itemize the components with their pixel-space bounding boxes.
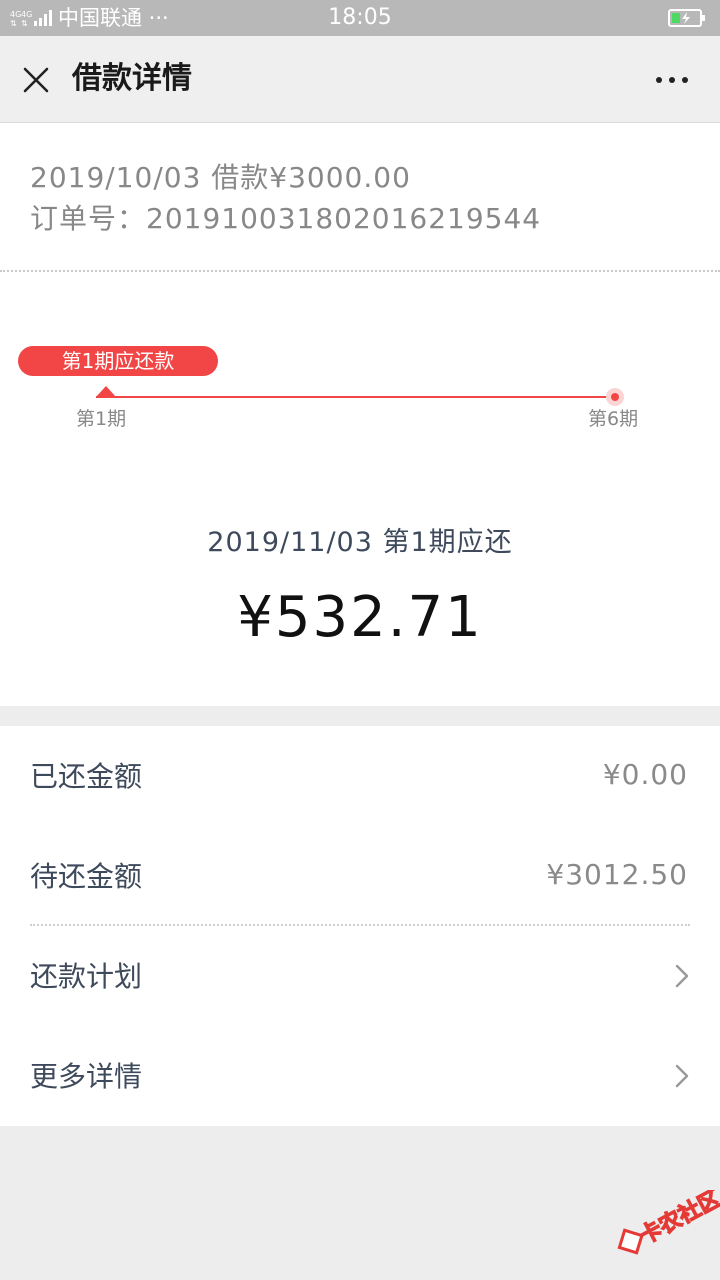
loan-info: 2019/10/03 借款¥3000.00 订单号：20191003180201… xyxy=(30,157,541,239)
loan-card: 2019/10/03 借款¥3000.00 订单号：20191003180201… xyxy=(0,123,720,706)
watermark-logo: 卡农社区 xyxy=(617,1190,720,1255)
paid-amount-row: 已还金额 ¥0.00 xyxy=(0,726,720,826)
detail-list: 已还金额 ¥0.00 待还金额 ¥3012.50 还款计划 更多详情 xyxy=(0,726,720,1126)
due-date-line: 2019/11/03 第1期应还 xyxy=(207,527,513,558)
period-end-label: 第6期 xyxy=(588,408,639,430)
repayment-plan-row[interactable]: 还款计划 xyxy=(0,926,720,1026)
due-amount: ¥532.71 xyxy=(237,585,483,650)
watermark-text: 卡农社区 xyxy=(635,1190,720,1250)
more-details-row[interactable]: 更多详情 xyxy=(0,1026,720,1126)
remaining-amount-row: 待还金额 ¥3012.50 xyxy=(0,826,720,926)
chevron-right-icon xyxy=(675,964,689,988)
chevron-right-icon xyxy=(675,1064,689,1088)
end-period-dot xyxy=(606,388,624,406)
timeline-track xyxy=(96,396,614,398)
more-dots-icon xyxy=(656,77,688,83)
close-icon xyxy=(23,67,49,93)
page-title: 借款详情 xyxy=(72,61,192,96)
more-options-button[interactable] xyxy=(652,66,692,94)
repayment-plan-label: 还款计划 xyxy=(30,960,143,993)
current-period-pill: 第1期应还款 xyxy=(18,346,218,376)
paid-amount-label: 已还金额 xyxy=(30,760,143,793)
repayment-timeline: 第1期应还款 第1期 第6期 xyxy=(0,343,720,433)
period-start-label: 第1期 xyxy=(76,408,127,430)
remaining-amount-value: ¥3012.50 xyxy=(546,858,688,891)
nav-bar: 借款详情 xyxy=(0,36,720,123)
status-bar: 4G 4G ⇅ ⇅ 中国联通 ··· 18:05 xyxy=(0,0,720,36)
paid-amount-value: ¥0.00 xyxy=(602,758,688,791)
more-details-label: 更多详情 xyxy=(30,1060,143,1093)
order-number: 订单号：201910031802016219544 xyxy=(30,202,542,235)
divider xyxy=(0,270,720,272)
status-time: 18:05 xyxy=(328,5,392,30)
loan-summary: 2019/10/03 借款¥3000.00 xyxy=(30,161,411,194)
close-button[interactable] xyxy=(18,62,54,98)
remaining-amount-label: 待还金额 xyxy=(30,860,143,893)
battery-charging-icon xyxy=(668,9,705,27)
